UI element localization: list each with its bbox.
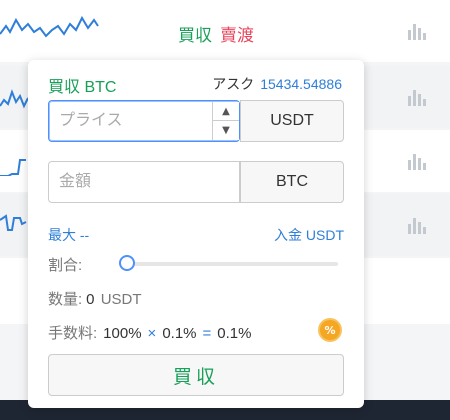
deposit-link[interactable]: 入金 USDT <box>274 225 344 245</box>
buy-button[interactable]: 買収 <box>48 354 344 396</box>
fee-rate: 0.1% <box>162 325 197 342</box>
ask-price: アスク 15434.54886 <box>212 74 342 94</box>
price-unit: USDT <box>240 100 344 142</box>
chevron-down-icon[interactable]: ▼ <box>213 121 239 140</box>
ratio-slider-track[interactable] <box>120 262 338 266</box>
percent-badge-icon[interactable]: % <box>320 320 340 340</box>
buy-order-panel: 買収 BTC アスク 15434.54886 ▲ ▼ USDT BTC 最大 --… <box>28 60 364 408</box>
quantity-unit: USDT <box>100 291 142 308</box>
bar-chart-icon[interactable] <box>406 22 426 40</box>
sell-tab[interactable]: 賣渡 <box>220 26 254 46</box>
quantity-label: 数量: <box>48 291 83 308</box>
quantity-row: 数量: 0 USDT <box>48 288 142 309</box>
panel-title: 買収 BTC <box>48 79 117 96</box>
bar-chart-icon[interactable] <box>406 152 426 170</box>
bar-chart-icon[interactable] <box>406 216 426 234</box>
equals-sign: = <box>202 325 212 342</box>
max-amount-link[interactable]: 最大 -- <box>48 225 89 245</box>
fee-row: 手数料: 100% × 0.1% = 0.1% <box>48 322 251 343</box>
fee-result: 0.1% <box>217 325 252 342</box>
amount-input[interactable] <box>48 161 240 203</box>
quantity-value: 0 <box>86 291 95 308</box>
fee-label: 手数料: <box>48 325 98 342</box>
trade-actions: 買収 賣渡 <box>178 21 254 46</box>
ask-label: アスク <box>212 76 255 92</box>
multiply-sign: × <box>147 325 157 342</box>
fee-base: 100% <box>103 325 142 342</box>
ask-value[interactable]: 15434.54886 <box>260 76 342 92</box>
buy-tab[interactable]: 買収 <box>178 26 212 46</box>
sparkline-icon <box>0 15 99 38</box>
amount-unit: BTC <box>240 161 344 203</box>
bar-chart-icon[interactable] <box>406 88 426 106</box>
chevron-up-icon[interactable]: ▲ <box>213 102 239 121</box>
ratio-label: 割合: <box>48 257 83 274</box>
price-stepper[interactable]: ▲ ▼ <box>212 102 239 140</box>
ratio-slider-handle[interactable] <box>119 255 135 271</box>
